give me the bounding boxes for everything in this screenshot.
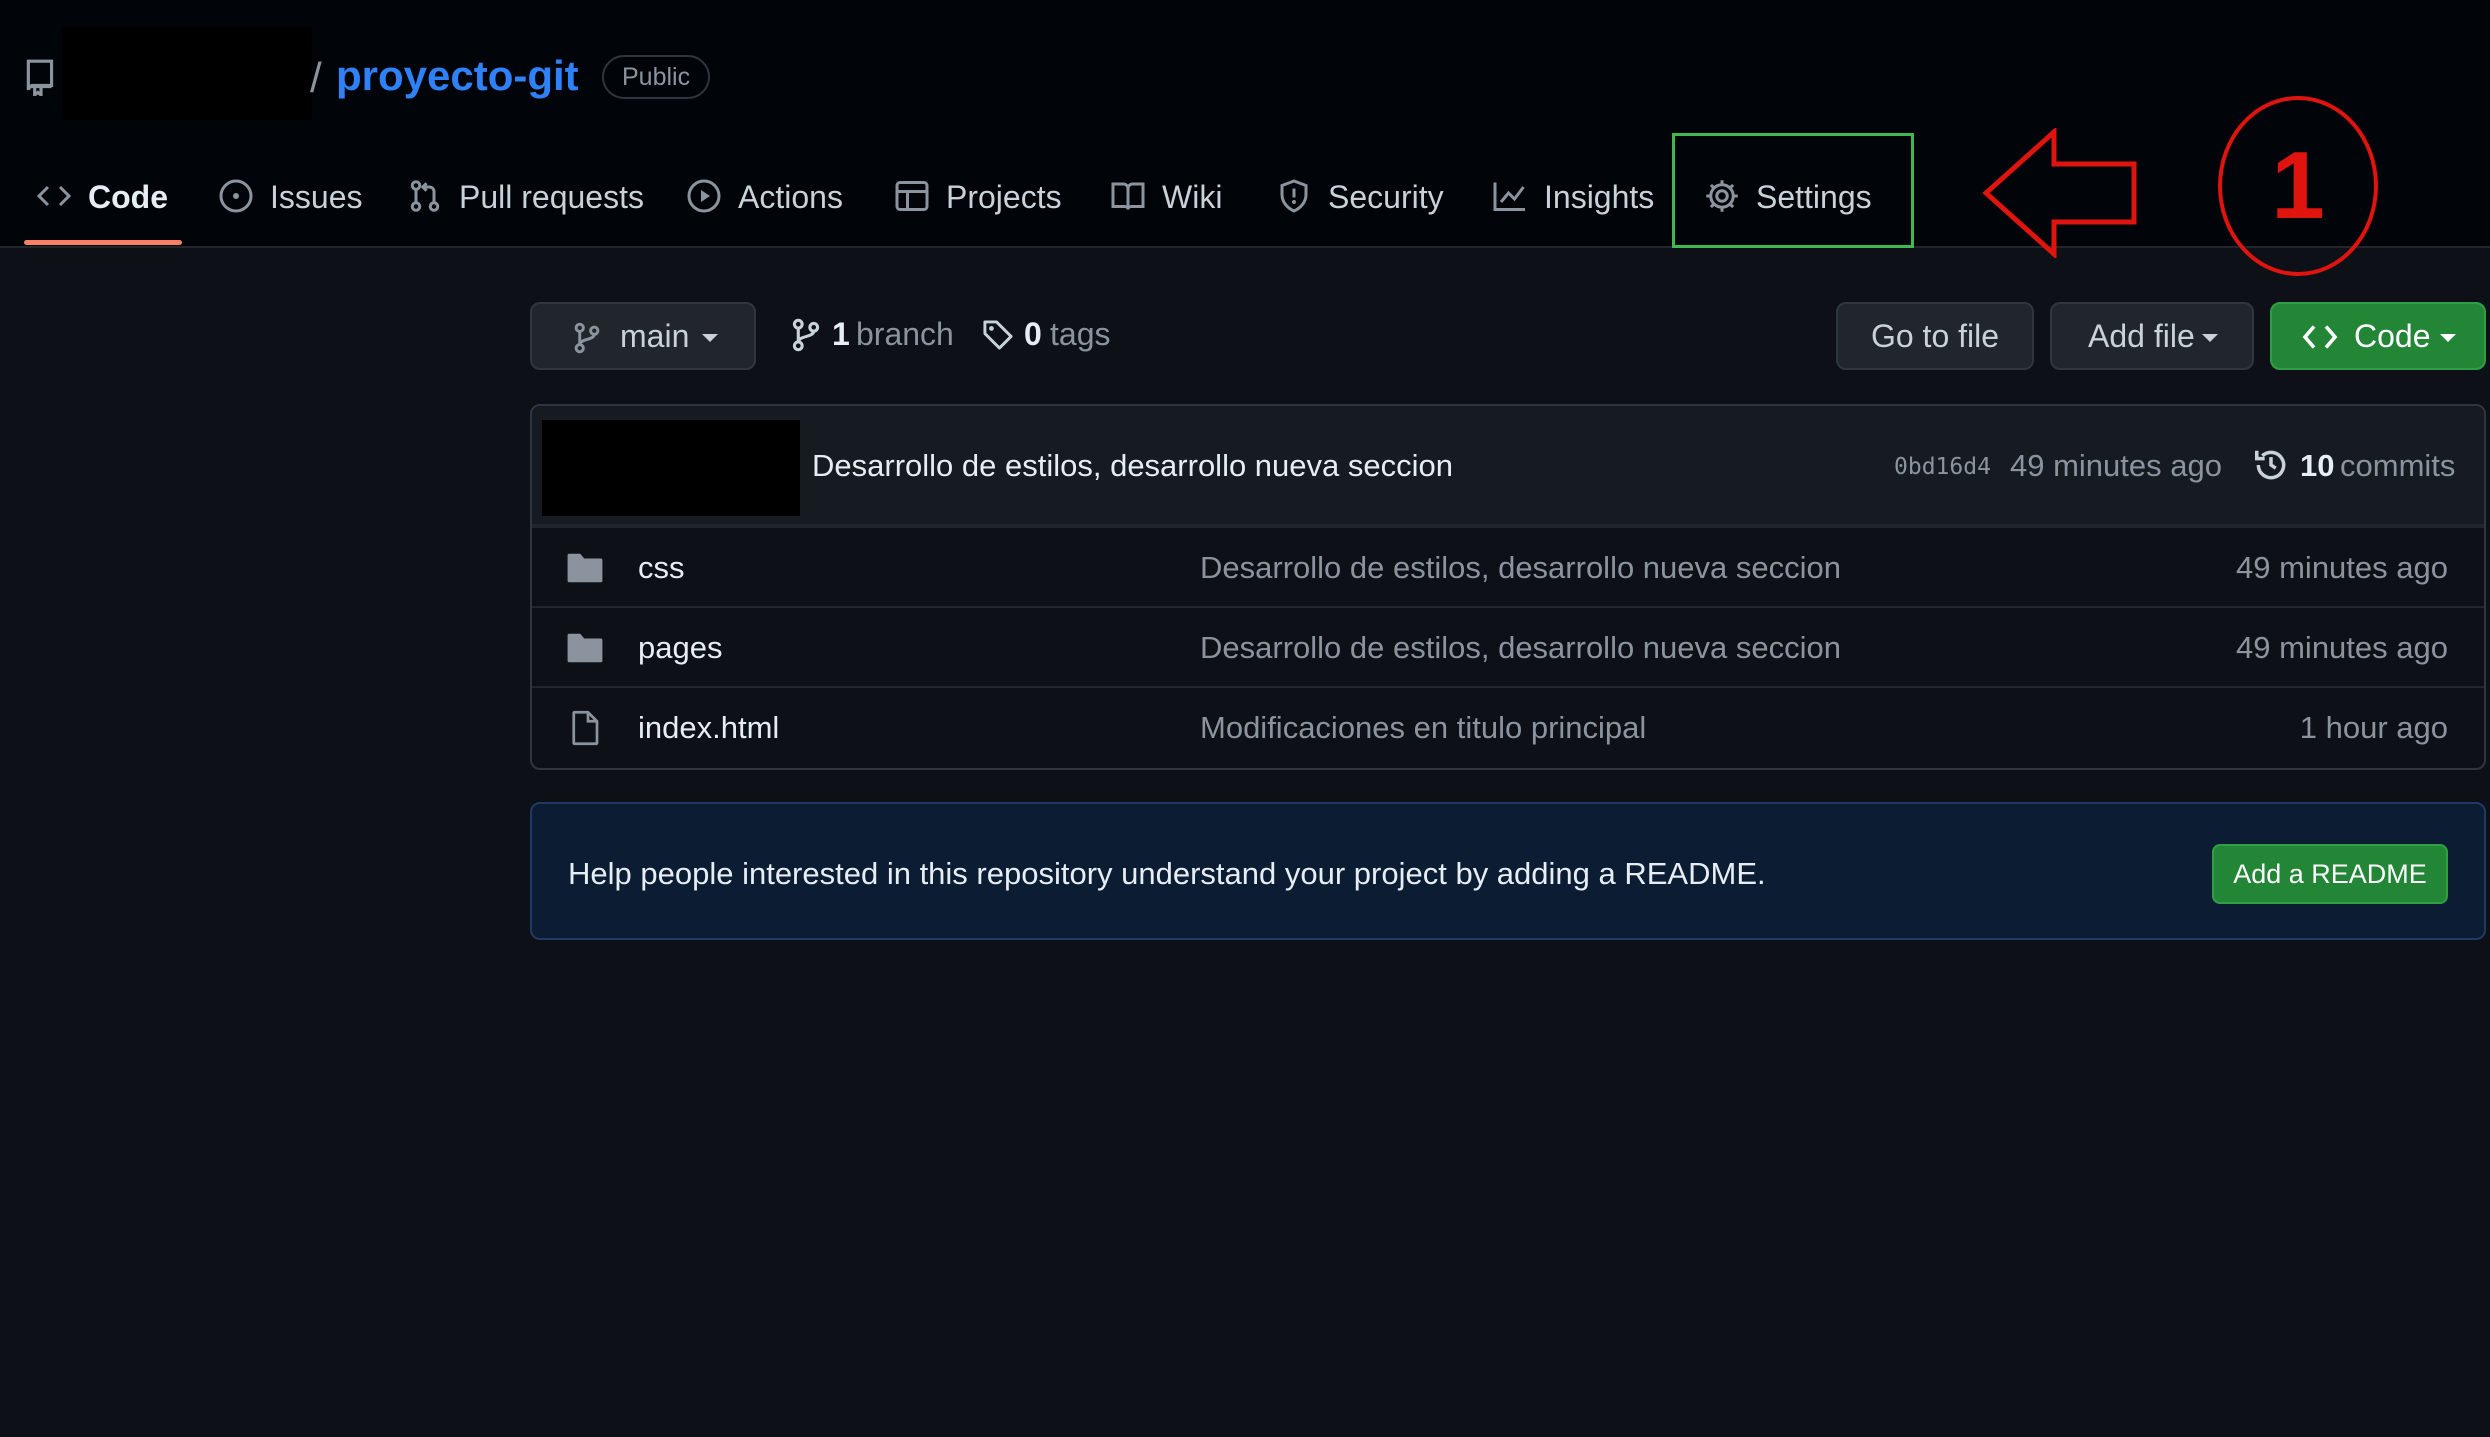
go-to-file-button[interactable]: Go to file [1836,302,2034,370]
repo-name-link[interactable]: proyecto-git [336,52,579,100]
chevron-down-icon [2440,334,2456,342]
tab-label: Code [88,179,168,215]
step-number: 1 [2271,132,2325,239]
file-name-link[interactable]: pages [638,630,722,666]
red-arrow-annotation [1982,128,2137,258]
book-icon [1111,182,1145,210]
play-icon [687,179,721,213]
tag-icon [983,320,1013,350]
tab-label: Projects [946,179,1062,215]
file-commit-message[interactable]: Desarrollo de estilos, desarrollo nueva … [1200,550,1841,586]
tab-label: Security [1328,179,1444,215]
file-commit-age: 49 minutes ago [2236,550,2448,585]
commit-word: commits [2340,448,2456,483]
add-file-label: Add file [2088,318,2195,354]
repo-icon [26,59,54,96]
repo-path-separator: / [310,54,322,101]
tab-label: Issues [270,179,363,215]
selected-tab-underline [24,240,182,245]
file-listing: Desarrollo de estilos, desarrollo nueva … [530,404,2486,770]
git-branch-icon [574,322,600,354]
shield-icon [1280,179,1308,213]
file-row[interactable]: css Desarrollo de estilos, desarrollo nu… [532,526,2484,606]
repo-header: / proyecto-git Public Code Issues Pull r… [0,0,2490,276]
file-commit-age: 1 hour ago [2299,710,2448,745]
chevron-down-icon [2202,334,2218,342]
add-file-button[interactable]: Add file [2050,302,2254,370]
commit-time: 49 minutes ago [2010,448,2222,483]
file-commit-message[interactable]: Modificaciones en titulo principal [1200,710,1646,746]
git-branch-icon [792,318,820,352]
owner-name-redacted[interactable] [62,26,312,120]
commit-sha-link[interactable]: 0bd16d4 [1894,454,1991,480]
branch-selector[interactable]: main [530,302,756,370]
code-icon [2302,325,2338,349]
file-name-link[interactable]: css [638,550,685,586]
history-icon [2255,450,2286,480]
folder-icon [567,633,603,663]
chevron-down-icon [702,334,718,342]
file-row[interactable]: index.html Modificaciones en titulo prin… [532,686,2484,766]
table-icon [895,181,929,211]
code-icon [36,185,72,207]
file-name-link[interactable]: index.html [638,710,779,746]
commit-count: 10 [2300,448,2335,483]
folder-icon [567,553,603,583]
latest-commit-bar: Desarrollo de estilos, desarrollo nueva … [532,406,2484,526]
tab-label: Pull requests [459,179,644,215]
file-commit-message[interactable]: Desarrollo de estilos, desarrollo nueva … [1200,630,1841,666]
issue-opened-icon [219,179,253,213]
visibility-badge: Public [602,55,711,99]
settings-highlight-box [1672,133,1914,248]
branch-name: main [620,318,690,354]
branch-count: 1 [832,316,850,352]
tab-label: Actions [738,179,843,215]
code-button-label: Code [2354,318,2431,354]
readme-prompt-text: Help people interested in this repositor… [568,856,1766,891]
latest-commit-message[interactable]: Desarrollo de estilos, desarrollo nueva … [812,448,1453,484]
commit-author-redacted[interactable] [542,420,800,516]
file-icon [572,710,599,746]
tab-label: Wiki [1162,179,1223,215]
git-pull-request-icon [410,180,440,212]
tag-word: tags [1050,316,1111,352]
graph-icon [1493,182,1525,211]
file-commit-age: 49 minutes ago [2236,630,2448,665]
readme-prompt-banner: Help people interested in this repositor… [530,802,2486,940]
branch-word: branch [856,316,954,352]
tab-label: Insights [1544,179,1655,215]
file-row[interactable]: pages Desarrollo de estilos, desarrollo … [532,606,2484,686]
step-number-annotation: 1 [2218,96,2378,276]
code-button[interactable]: Code [2270,302,2486,370]
tag-count: 0 [1024,316,1042,352]
add-readme-button[interactable]: Add a README [2212,844,2448,904]
